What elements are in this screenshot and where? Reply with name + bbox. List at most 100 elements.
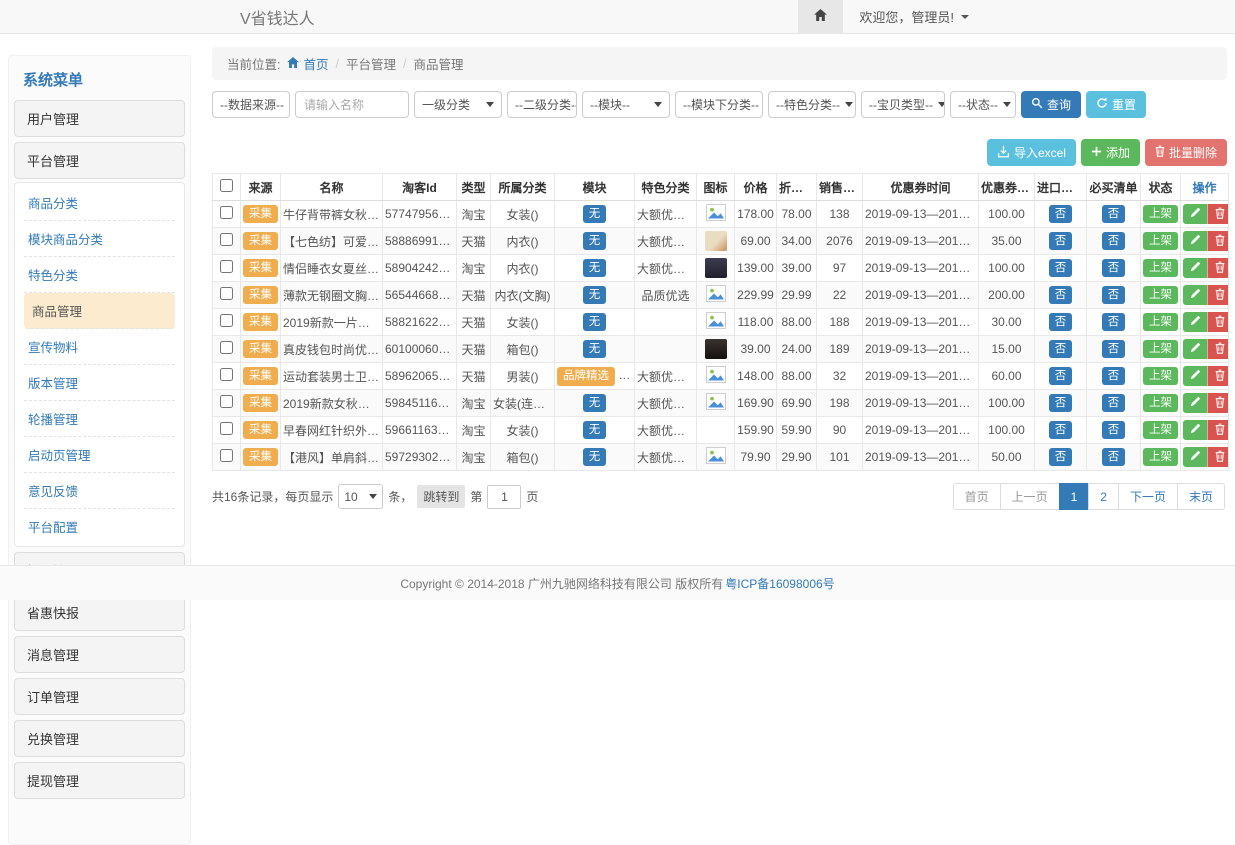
imported-toggle[interactable]: 否 [1049,448,1073,466]
add-button[interactable]: 添加 [1081,139,1140,166]
delete-button[interactable] [1207,231,1229,251]
sidebar-item[interactable]: 意见反馈 [24,473,175,509]
row-checkbox[interactable] [220,422,233,435]
row-checkbox[interactable] [220,314,233,327]
imported-toggle[interactable]: 否 [1049,394,1073,412]
must-buy-toggle[interactable]: 否 [1102,448,1126,466]
status-badge[interactable]: 上架 [1143,448,1178,466]
sidebar-item[interactable]: 模块商品分类 [24,221,175,257]
status-badge[interactable]: 上架 [1143,259,1178,277]
edit-button[interactable] [1183,366,1207,386]
imported-toggle[interactable]: 否 [1049,232,1073,250]
sidebar-group[interactable]: 消息管理 [14,636,185,673]
delete-button[interactable] [1207,339,1229,359]
module-badge[interactable]: 无 [583,286,607,304]
status-badge[interactable]: 上架 [1143,367,1178,385]
sidebar-item[interactable]: 平台配置 [24,509,175,544]
sidebar-group[interactable]: 平台管理 [14,142,185,179]
imported-toggle[interactable]: 否 [1049,259,1073,277]
edit-button[interactable] [1183,312,1207,332]
bulk-delete-button[interactable]: 批量删除 [1145,139,1227,166]
sidebar-group[interactable]: 用户管理 [14,100,185,137]
sidebar-item[interactable]: 轮播管理 [24,401,175,437]
edit-button[interactable] [1183,258,1207,278]
search-button[interactable]: 查询 [1021,91,1081,118]
must-buy-toggle[interactable]: 否 [1102,259,1126,277]
imported-toggle[interactable]: 否 [1049,340,1073,358]
filter-select-status[interactable]: --状态-- [950,91,1016,118]
sidebar-group[interactable]: 订单管理 [14,678,185,715]
must-buy-toggle[interactable]: 否 [1102,286,1126,304]
must-buy-toggle[interactable]: 否 [1102,313,1126,331]
delete-button[interactable] [1207,204,1229,224]
row-checkbox[interactable] [220,368,233,381]
sidebar-group[interactable]: 兑换管理 [14,720,185,757]
delete-button[interactable] [1207,393,1229,413]
sidebar-item-active[interactable]: 商品管理 [24,293,175,329]
filter-select-item-type[interactable]: --宝贝类型-- [861,91,945,118]
filter-select-module-subcategory[interactable]: --模块下分类-- [675,91,763,118]
filter-select-data-source[interactable]: --数据来源-- [212,91,290,118]
edit-button[interactable] [1183,285,1207,305]
edit-button[interactable] [1183,339,1207,359]
module-badge[interactable]: 无 [583,259,607,277]
delete-button[interactable] [1207,420,1229,440]
module-badge[interactable]: 无 [583,205,607,223]
row-checkbox[interactable] [220,449,233,462]
delete-button[interactable] [1207,258,1229,278]
sidebar-item[interactable]: 启动页管理 [24,437,175,473]
status-badge[interactable]: 上架 [1143,394,1178,412]
must-buy-toggle[interactable]: 否 [1102,232,1126,250]
sidebar-item[interactable]: 商品分类 [24,185,175,221]
delete-button[interactable] [1207,312,1229,332]
imported-toggle[interactable]: 否 [1049,286,1073,304]
user-menu[interactable]: 欢迎您，管理员! [843,0,985,33]
filter-select-level2-category[interactable]: --二级分类-- [507,91,577,118]
edit-button[interactable] [1183,204,1207,224]
sidebar-group[interactable]: 提现管理 [14,762,185,799]
row-checkbox[interactable] [220,287,233,300]
home-button[interactable] [798,0,843,33]
status-badge[interactable]: 上架 [1143,313,1178,331]
must-buy-toggle[interactable]: 否 [1102,205,1126,223]
sidebar-item[interactable]: 版本管理 [24,365,175,401]
module-badge[interactable]: 无 [583,394,607,412]
module-badge[interactable]: 无 [583,313,607,331]
row-checkbox[interactable] [220,206,233,219]
pager-button-末页[interactable]: 末页 [1177,483,1225,510]
breadcrumb-home-link[interactable]: 首页 [287,54,328,73]
imported-toggle[interactable]: 否 [1049,421,1073,439]
pager-button-1[interactable]: 1 [1059,483,1090,510]
edit-button[interactable] [1183,420,1207,440]
sidebar-item[interactable]: 特色分类 [24,257,175,293]
import-excel-button[interactable]: 导入excel [987,139,1076,166]
delete-button[interactable] [1207,366,1229,386]
page-number-input[interactable] [487,485,521,509]
filter-select-level1-category[interactable]: 一级分类 [414,91,502,118]
edit-button[interactable] [1183,231,1207,251]
pager-button-下一页[interactable]: 下一页 [1118,483,1178,510]
row-checkbox[interactable] [220,260,233,273]
status-badge[interactable]: 上架 [1143,340,1178,358]
imported-toggle[interactable]: 否 [1049,367,1073,385]
imported-toggle[interactable]: 否 [1049,205,1073,223]
row-checkbox[interactable] [220,341,233,354]
must-buy-toggle[interactable]: 否 [1102,367,1126,385]
sidebar-item[interactable]: 宣传物料 [24,329,175,365]
select-all-checkbox[interactable] [220,179,233,192]
imported-toggle[interactable]: 否 [1049,313,1073,331]
name-search-input[interactable] [295,91,409,118]
jump-button[interactable]: 跳转到 [417,485,465,508]
must-buy-toggle[interactable]: 否 [1102,394,1126,412]
module-badge[interactable]: 无 [583,232,607,250]
must-buy-toggle[interactable]: 否 [1102,340,1126,358]
edit-button[interactable] [1183,447,1207,467]
row-checkbox[interactable] [220,395,233,408]
delete-button[interactable] [1207,447,1229,467]
per-page-select[interactable]: 10 [338,484,383,509]
module-badge[interactable]: 无 [583,340,607,358]
row-checkbox[interactable] [220,233,233,246]
module-badge[interactable]: 无 [583,448,607,466]
must-buy-toggle[interactable]: 否 [1102,421,1126,439]
delete-button[interactable] [1207,285,1229,305]
